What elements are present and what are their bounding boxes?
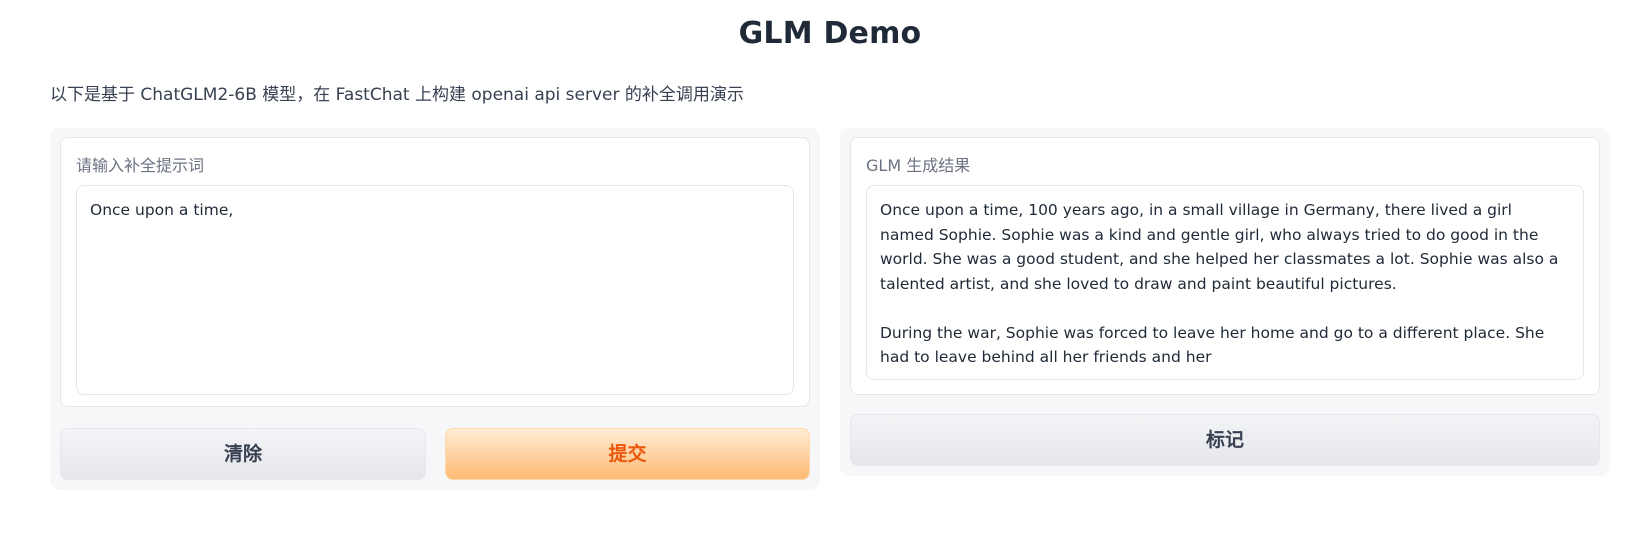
page-title: GLM Demo [738,16,922,51]
prompt-input[interactable]: Once upon a time, [76,185,794,395]
output-panel: GLM 生成结果 Once upon a time, 100 years ago… [840,128,1610,476]
result-output[interactable]: Once upon a time, 100 years ago, in a sm… [866,185,1584,380]
flag-button[interactable]: 标记 [850,414,1600,466]
result-block: GLM 生成结果 Once upon a time, 100 years ago… [850,137,1600,395]
prompt-block: 请输入补全提示词 Once upon a time, [60,137,810,407]
clear-button[interactable]: 清除 [60,428,426,480]
page-description: 以下是基于 ChatGLM2-6B 模型，在 FastChat 上构建 open… [50,85,744,105]
submit-button[interactable]: 提交 [445,428,810,480]
input-panel: 请输入补全提示词 Once upon a time, 清除 提交 [50,128,820,490]
result-label: GLM 生成结果 [866,156,971,175]
prompt-label: 请输入补全提示词 [76,156,205,175]
